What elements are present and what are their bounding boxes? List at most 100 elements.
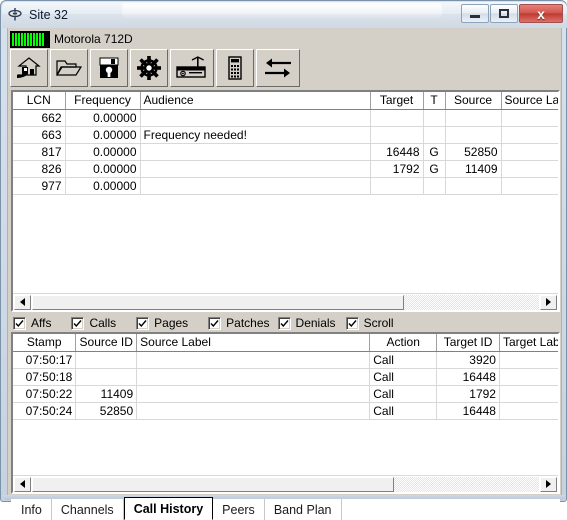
signal-strength-meter bbox=[10, 30, 50, 48]
checkbox-checked-icon[interactable] bbox=[136, 316, 150, 330]
filter-calls[interactable]: Calls bbox=[71, 316, 116, 330]
filter-denials[interactable]: Denials bbox=[277, 316, 336, 330]
cell-stamp: 07:50:18 bbox=[13, 368, 77, 386]
table-row[interactable]: 07:50:24 52850 Call 16448 bbox=[13, 402, 558, 420]
col-source[interactable]: Source bbox=[445, 92, 502, 110]
filter-scroll[interactable]: Scroll bbox=[345, 316, 394, 330]
cell-target-label bbox=[499, 368, 558, 386]
tab-call-history[interactable]: Call History bbox=[123, 497, 214, 520]
col-action[interactable]: Action bbox=[369, 334, 438, 352]
receiver-button[interactable] bbox=[170, 49, 214, 87]
table-row[interactable]: 07:50:17 Call 3920 bbox=[13, 351, 558, 369]
cell-source-label bbox=[501, 143, 558, 161]
client-area: Motorola 712D LCN Frequency Audience Tar… bbox=[7, 28, 562, 520]
open-folder-button[interactable] bbox=[50, 49, 88, 87]
table-row[interactable]: 817 0.00000 16448 G 52850 bbox=[13, 143, 558, 161]
table-row[interactable]: 826 0.00000 1792 G 11409 bbox=[13, 160, 558, 178]
calculator-button[interactable] bbox=[216, 49, 254, 87]
checkbox-checked-icon[interactable] bbox=[71, 316, 85, 330]
transfer-button[interactable] bbox=[256, 49, 300, 87]
cell-t: G bbox=[423, 143, 446, 161]
cell-target-id: 16448 bbox=[436, 368, 500, 386]
cell-source-label bbox=[501, 160, 558, 178]
col-target-label[interactable]: Target Label bbox=[499, 334, 558, 352]
cell-target: 16448 bbox=[370, 143, 424, 161]
calculator-icon bbox=[228, 56, 242, 80]
table-row[interactable]: 662 0.00000 bbox=[13, 109, 558, 127]
scroll-left-arrow[interactable] bbox=[14, 476, 31, 492]
filter-scroll-label: Scroll bbox=[363, 316, 394, 330]
title-highlight bbox=[122, 3, 442, 18]
filter-affs[interactable]: Affs bbox=[13, 316, 51, 330]
cell-stamp: 07:50:22 bbox=[13, 385, 77, 403]
cell-target bbox=[370, 126, 424, 144]
cell-lcn: 663 bbox=[13, 126, 66, 144]
cell-source bbox=[445, 126, 502, 144]
minimize-icon bbox=[470, 15, 480, 18]
cell-stamp: 07:50:17 bbox=[13, 351, 77, 369]
cell-source-label bbox=[501, 126, 558, 144]
tab-channels[interactable]: Channels bbox=[51, 499, 124, 520]
scroll-right-arrow[interactable] bbox=[540, 294, 557, 310]
cell-source-id bbox=[75, 351, 138, 369]
call-history-pane-inner: Stamp Source ID Source Label Action Targ… bbox=[13, 334, 558, 492]
table-row[interactable]: 07:50:18 Call 16448 bbox=[13, 368, 558, 386]
cell-t bbox=[423, 109, 446, 127]
window-controls: x bbox=[460, 4, 563, 24]
channels-hscrollbar[interactable] bbox=[13, 293, 558, 310]
gear-icon bbox=[137, 56, 161, 80]
col-source-id[interactable]: Source ID bbox=[75, 334, 138, 352]
cell-source-id: 52850 bbox=[75, 402, 138, 420]
call-history-pane: Stamp Source ID Source Label Action Targ… bbox=[11, 332, 560, 494]
col-audience[interactable]: Audience bbox=[140, 92, 371, 110]
settings-button[interactable] bbox=[130, 49, 168, 87]
checkbox-checked-icon[interactable] bbox=[277, 316, 291, 330]
tab-peers[interactable]: Peers bbox=[213, 499, 265, 520]
cell-action: Call bbox=[369, 351, 438, 369]
filter-patches-label: Patches bbox=[226, 316, 270, 330]
scroll-track[interactable] bbox=[32, 294, 539, 310]
home-button[interactable] bbox=[10, 49, 48, 87]
cell-source-label bbox=[501, 109, 558, 127]
table-row[interactable]: 663 0.00000 Frequency needed! bbox=[13, 126, 558, 144]
scroll-thumb[interactable] bbox=[32, 294, 404, 310]
table-row[interactable]: 977 0.00000 bbox=[13, 177, 558, 195]
window-title: Site 32 bbox=[29, 8, 68, 22]
trunking-site-icon bbox=[8, 8, 22, 21]
filter-patches[interactable]: Patches bbox=[208, 316, 270, 330]
checkbox-checked-icon[interactable] bbox=[345, 316, 359, 330]
col-target[interactable]: Target bbox=[370, 92, 424, 110]
call-history-hscrollbar[interactable] bbox=[13, 475, 558, 492]
scroll-thumb[interactable] bbox=[32, 476, 394, 492]
tab-band-plan[interactable]: Band Plan bbox=[264, 499, 342, 520]
maximize-button[interactable] bbox=[490, 4, 518, 23]
cell-source bbox=[445, 177, 502, 195]
cell-target bbox=[370, 177, 424, 195]
open-folder-icon bbox=[55, 60, 83, 76]
col-lcn[interactable]: LCN bbox=[13, 92, 66, 110]
checkbox-checked-icon[interactable] bbox=[208, 316, 222, 330]
col-frequency[interactable]: Frequency bbox=[65, 92, 141, 110]
checkbox-checked-icon[interactable] bbox=[13, 316, 26, 330]
col-source-label[interactable]: Source Label bbox=[136, 334, 371, 352]
cell-source-id bbox=[75, 368, 138, 386]
col-t[interactable]: T bbox=[423, 92, 446, 110]
col-stamp[interactable]: Stamp bbox=[13, 334, 77, 352]
close-button[interactable]: x bbox=[519, 4, 563, 23]
table-row[interactable]: 07:50:22 11409 Call 1792 bbox=[13, 385, 558, 403]
cell-target bbox=[370, 109, 424, 127]
cell-target: 1792 bbox=[370, 160, 424, 178]
scroll-right-arrow[interactable] bbox=[540, 476, 557, 492]
title-bar[interactable]: Site 32 x bbox=[2, 2, 567, 28]
scroll-track[interactable] bbox=[32, 476, 539, 492]
col-source-label[interactable]: Source Label bbox=[501, 92, 558, 110]
minimize-button[interactable] bbox=[461, 4, 489, 23]
call-history-header-row: Stamp Source ID Source Label Action Targ… bbox=[13, 334, 558, 352]
cell-target-id: 1792 bbox=[436, 385, 500, 403]
cell-lcn: 826 bbox=[13, 160, 66, 178]
save-button[interactable] bbox=[90, 49, 128, 87]
tab-info[interactable]: Info bbox=[11, 499, 52, 520]
scroll-left-arrow[interactable] bbox=[14, 294, 31, 310]
col-target-id[interactable]: Target ID bbox=[436, 334, 500, 352]
filter-pages[interactable]: Pages bbox=[136, 316, 188, 330]
